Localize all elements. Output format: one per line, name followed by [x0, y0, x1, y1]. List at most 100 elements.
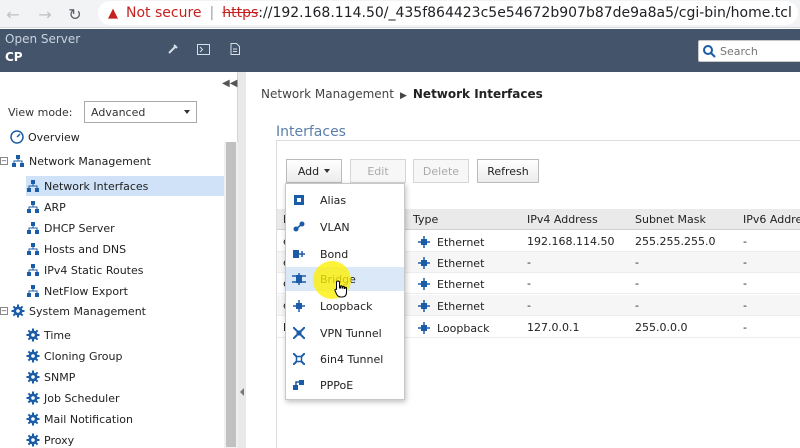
sidebar-item-label: SNMP: [44, 370, 76, 384]
cell-type-label: Ethernet: [437, 299, 485, 313]
column-header-subnet[interactable]: Subnet Mask: [635, 213, 706, 226]
sidebar-item-network-interfaces[interactable]: Network Interfaces: [26, 176, 224, 196]
search-box[interactable]: [698, 40, 800, 62]
breadcrumb-parent[interactable]: Network Management: [261, 87, 394, 101]
cell-ipv4: 127.0.0.1: [527, 321, 580, 334]
cell-subnet: 255.0.0.0: [635, 321, 688, 334]
ethernet-icon: [417, 256, 431, 270]
sidebar-item-ipv4-static-routes[interactable]: IPv4 Static Routes: [26, 260, 144, 280]
ethernet-icon: [417, 299, 431, 313]
sidebar-scroll-thumb[interactable]: [226, 142, 236, 447]
sidebar-item-label: System Management: [29, 304, 146, 318]
sidebar-item-proxy[interactable]: Proxy: [26, 430, 74, 448]
breadcrumb-current: Network Interfaces: [412, 87, 543, 101]
column-header-ipv6[interactable]: IPv6 Addres: [743, 213, 800, 226]
menu-item-vlan[interactable]: VLAN: [286, 215, 404, 239]
breadcrumb-separator-icon: ▶: [399, 91, 407, 101]
warning-icon: ▲: [108, 5, 118, 21]
sidebar-item-snmp[interactable]: SNMP: [26, 367, 75, 387]
sidebar-item-system-management[interactable]: − System Management: [0, 301, 146, 321]
column-header-ipv4[interactable]: IPv4 Address: [527, 213, 598, 226]
sidebar-item-network-management[interactable]: − Network Management: [0, 151, 151, 171]
reload-icon[interactable]: ↻: [62, 1, 88, 27]
view-mode-value: Advanced: [91, 105, 146, 119]
cell-ipv6: -: [743, 256, 747, 269]
gear-icon: [26, 433, 40, 447]
collapse-icon[interactable]: −: [0, 307, 8, 315]
document-icon[interactable]: [228, 42, 242, 56]
search-input[interactable]: [720, 44, 800, 58]
add-button[interactable]: Add: [286, 159, 342, 183]
menu-item-label: Bond: [320, 247, 349, 261]
bond-icon: [292, 247, 306, 261]
gear-icon: [26, 412, 40, 426]
hand-cursor-icon: [334, 280, 347, 298]
menu-item-pppoe[interactable]: PPPoE: [286, 373, 404, 397]
menu-item-bond[interactable]: Bond: [286, 242, 404, 266]
delete-button-label: Delete: [422, 164, 460, 178]
security-label: Not secure: [126, 5, 202, 21]
sidebar-item-dhcp-server[interactable]: DHCP Server: [26, 218, 115, 238]
cell-type-label: Loopback: [437, 321, 490, 335]
tunnel-6in4-icon: [292, 352, 306, 366]
sidebar-item-label: Time: [44, 328, 71, 342]
cell-type: Loopback: [417, 321, 490, 335]
delete-button[interactable]: Delete: [413, 159, 469, 183]
url-scheme: https: [222, 5, 259, 21]
collapse-sidebar-icon[interactable]: ◀◀: [222, 78, 237, 89]
menu-item-alias[interactable]: Alias: [286, 188, 404, 212]
sidebar-item-label: Network Management: [29, 154, 151, 168]
bridge-icon: [292, 272, 306, 286]
back-arrow-icon[interactable]: ←: [0, 1, 26, 27]
edit-button[interactable]: Edit: [350, 159, 406, 183]
sidebar-item-overview[interactable]: Overview: [10, 127, 80, 147]
menu-item-vpn-tunnel[interactable]: VPN Tunnel: [286, 321, 404, 345]
sidebar-item-label: DHCP Server: [44, 221, 115, 235]
app-header: Open Server CP: [0, 29, 800, 72]
collapse-panel-icon[interactable]: [240, 388, 244, 396]
sidebar-item-netflow-export[interactable]: NetFlow Export: [26, 281, 128, 301]
menu-item-label: VPN Tunnel: [320, 326, 382, 340]
sidebar-item-label: NetFlow Export: [44, 284, 128, 298]
menu-item-6in4-tunnel[interactable]: 6in4 Tunnel: [286, 347, 404, 371]
sidebar-item-label: Hosts and DNS: [44, 242, 127, 256]
cell-type-label: Ethernet: [437, 235, 485, 249]
network-tree-icon: [26, 284, 40, 298]
collapse-icon[interactable]: −: [0, 157, 8, 165]
ethernet-icon: [417, 235, 431, 249]
chevron-down-icon: [184, 110, 190, 114]
cell-type: Ethernet: [417, 235, 484, 249]
refresh-button[interactable]: Refresh: [477, 159, 539, 183]
cell-ipv6: -: [743, 277, 747, 290]
sidebar-item-label: Job Scheduler: [44, 391, 120, 405]
cell-ipv4: 192.168.114.50: [527, 235, 615, 248]
url-separator: |: [209, 5, 215, 21]
sidebar-item-label: IPv4 Static Routes: [44, 263, 144, 277]
sidebar-item-time[interactable]: Time: [26, 325, 71, 345]
sidebar-item-label: Network Interfaces: [44, 179, 149, 193]
address-bar[interactable]: ▲ Not secure | https ://192.168.114.50/_…: [98, 1, 798, 25]
sidebar-item-job-scheduler[interactable]: Job Scheduler: [26, 388, 120, 408]
sidebar-item-arp[interactable]: ARP: [26, 197, 66, 217]
pppoe-icon: [292, 378, 306, 392]
cell-ipv6: -: [743, 299, 747, 312]
forward-arrow-icon[interactable]: →: [32, 1, 58, 27]
view-mode-select[interactable]: Advanced: [84, 101, 197, 123]
sidebar: ◀◀ View mode: Advanced Overview − Networ…: [0, 72, 238, 448]
vpn-tunnel-icon: [292, 326, 306, 340]
tools-icon[interactable]: [166, 42, 180, 56]
app-title: Open Server: [5, 32, 81, 46]
section-title: Interfaces: [276, 124, 346, 140]
terminal-icon[interactable]: [196, 42, 210, 56]
cell-ipv6: -: [743, 321, 747, 334]
menu-item-label: PPPoE: [320, 378, 354, 392]
cell-ipv4: -: [527, 277, 531, 290]
sidebar-item-label: Overview: [28, 130, 80, 144]
menu-item-label: Loopback: [320, 299, 373, 313]
column-header-type[interactable]: Type: [413, 213, 438, 226]
sidebar-item-mail-notification[interactable]: Mail Notification: [26, 409, 133, 429]
sidebar-item-cloning-group[interactable]: Cloning Group: [26, 346, 122, 366]
sidebar-item-label: Cloning Group: [44, 349, 123, 363]
breadcrumb: Network Management ▶ Network Interfaces: [261, 87, 543, 101]
sidebar-item-hosts-and-dns[interactable]: Hosts and DNS: [26, 239, 126, 259]
